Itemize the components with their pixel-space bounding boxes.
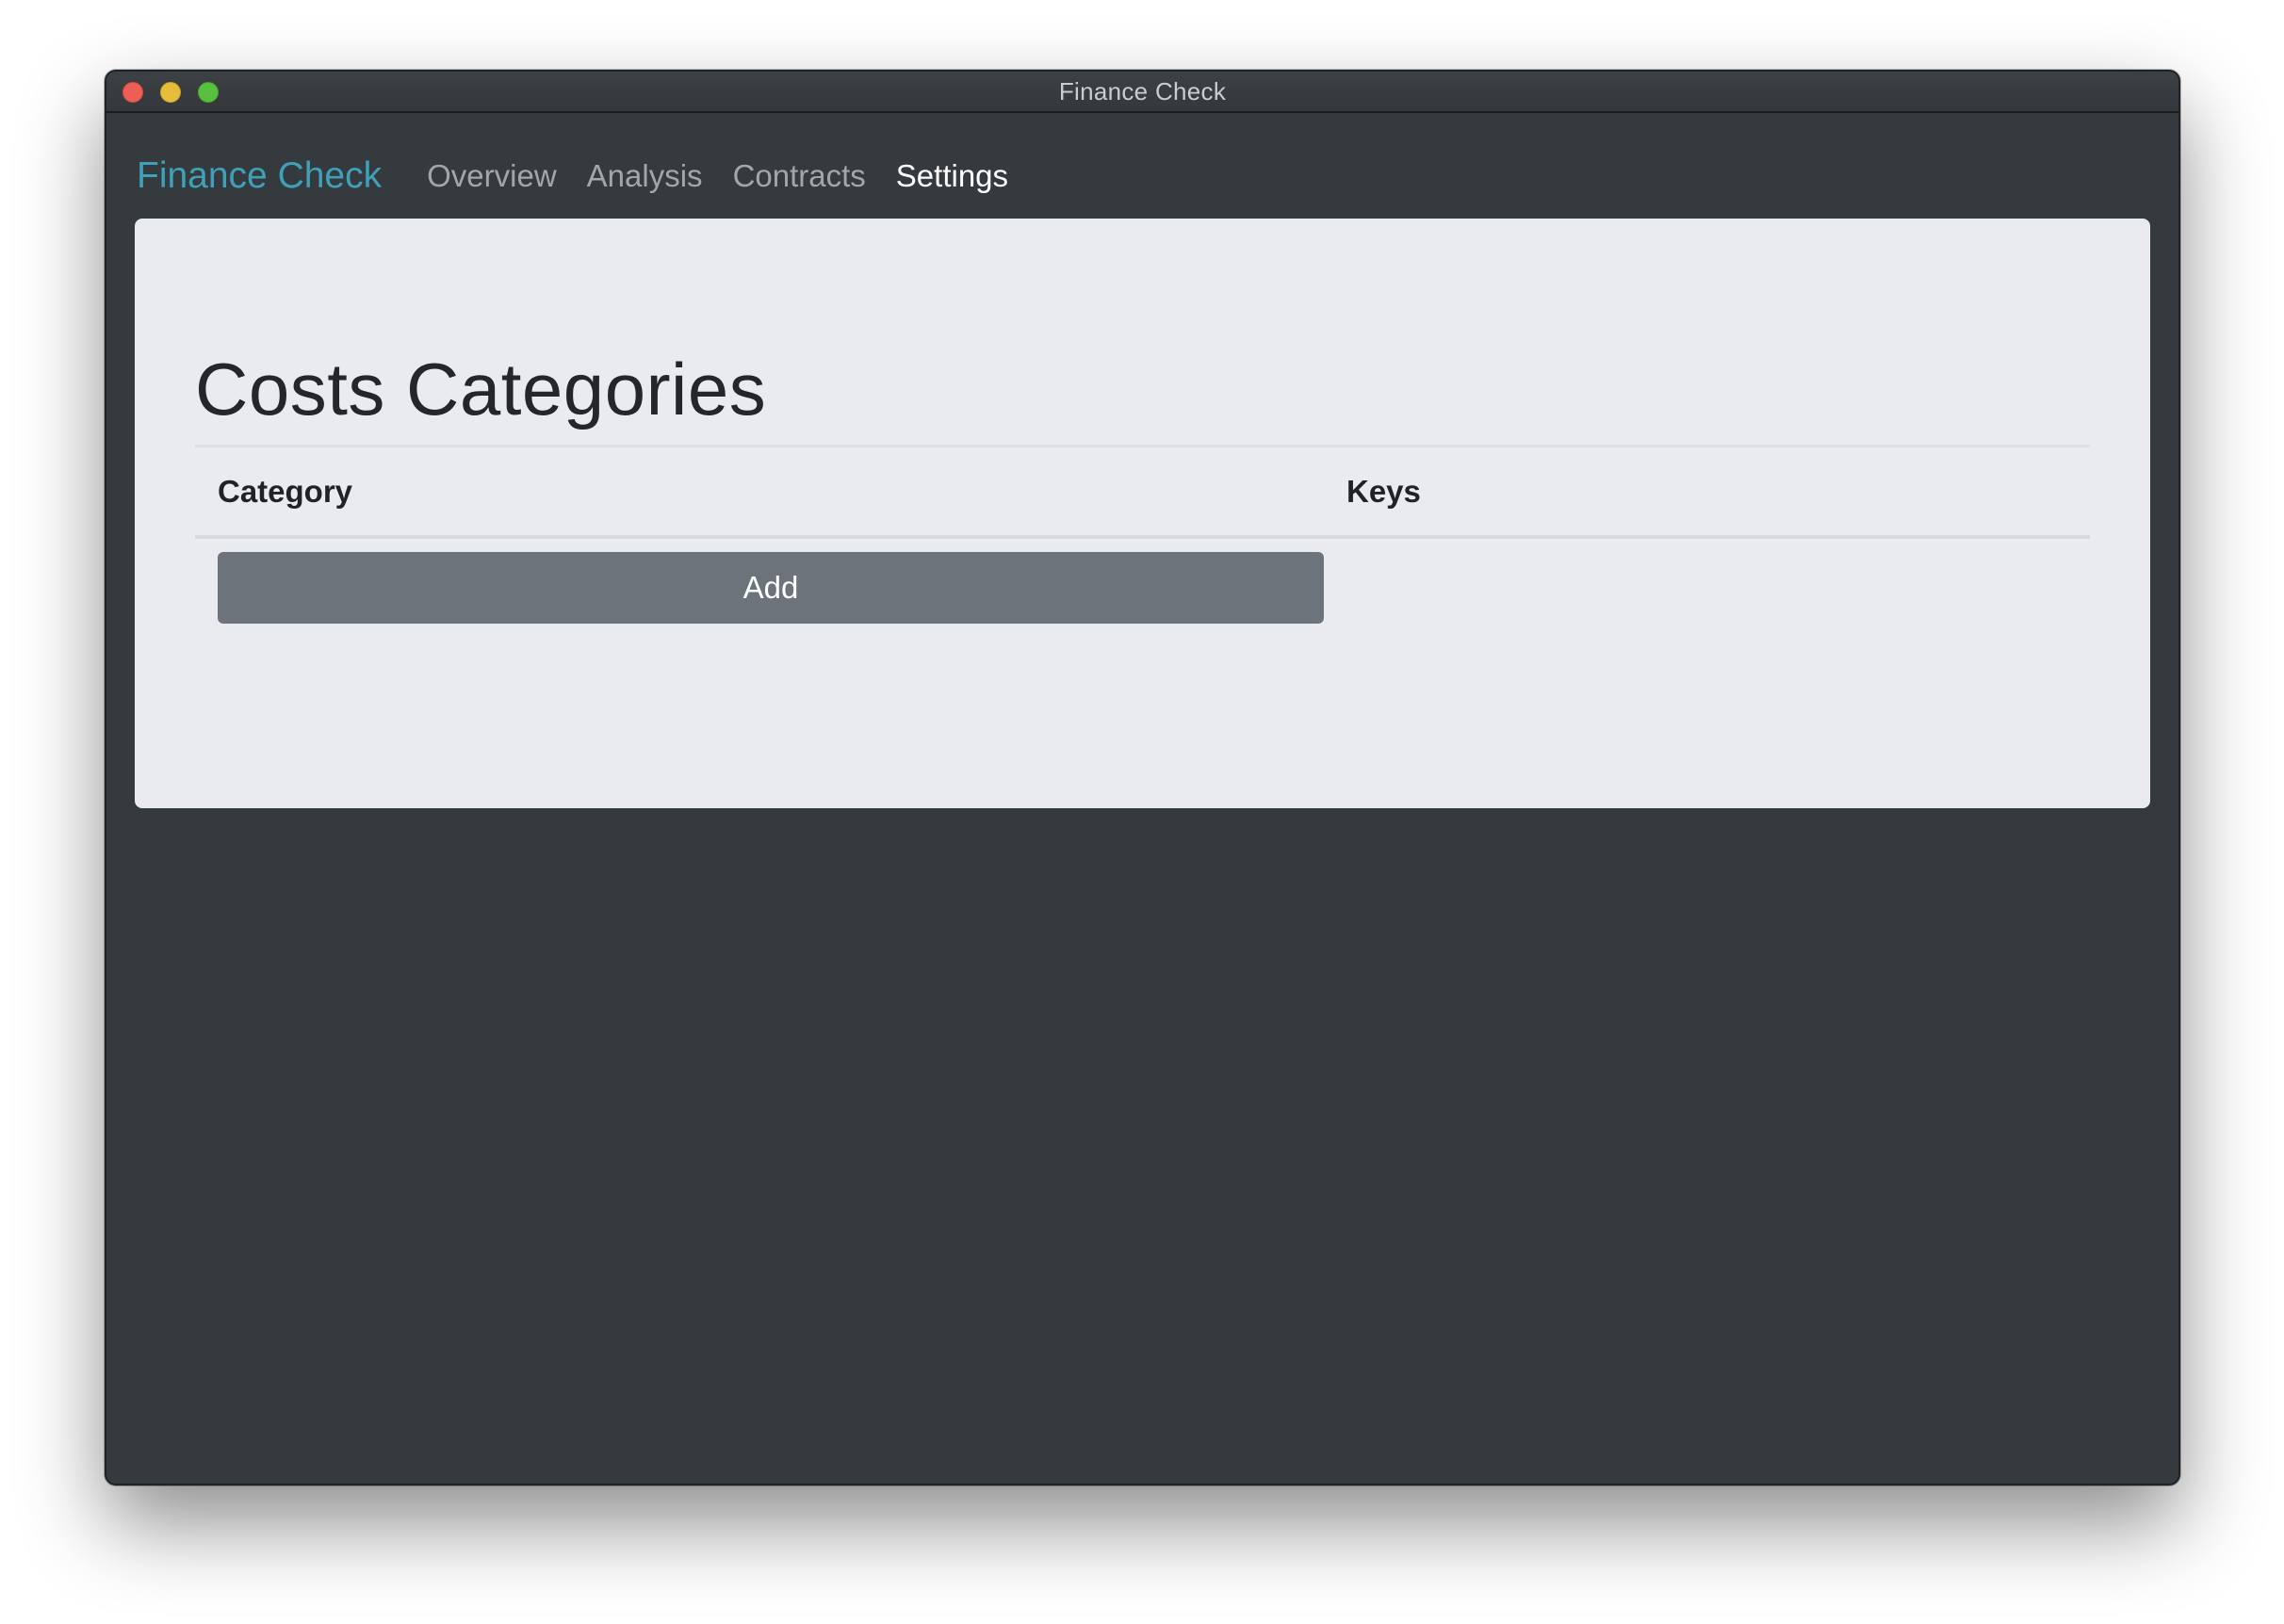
minimize-window-button[interactable] (160, 82, 181, 103)
table-header: Category Keys (195, 447, 2090, 539)
column-header-category: Category (218, 473, 353, 509)
page-title: Costs Categories (195, 348, 767, 430)
brand-link[interactable]: Finance Check (137, 155, 382, 197)
content-card: Costs Categories Category Keys Add (135, 219, 2150, 808)
close-window-button[interactable] (122, 82, 143, 103)
nav-item-overview[interactable]: Overview (427, 158, 557, 194)
window-title: Finance Check (1058, 76, 1227, 106)
nav-item-contracts[interactable]: Contracts (733, 158, 866, 194)
categories-table: Category Keys Add (195, 445, 2090, 637)
title-bar[interactable]: Finance Check (106, 72, 2178, 113)
nav-item-settings[interactable]: Settings (896, 158, 1008, 194)
table-row: Add (195, 539, 2090, 637)
nav-item-analysis[interactable]: Analysis (587, 158, 703, 194)
maximize-window-button[interactable] (198, 82, 219, 103)
app-window: Finance Check Finance Check Overview Ana… (105, 70, 2180, 1486)
column-header-keys: Keys (1346, 473, 1421, 509)
add-category-button[interactable]: Add (218, 552, 1324, 624)
